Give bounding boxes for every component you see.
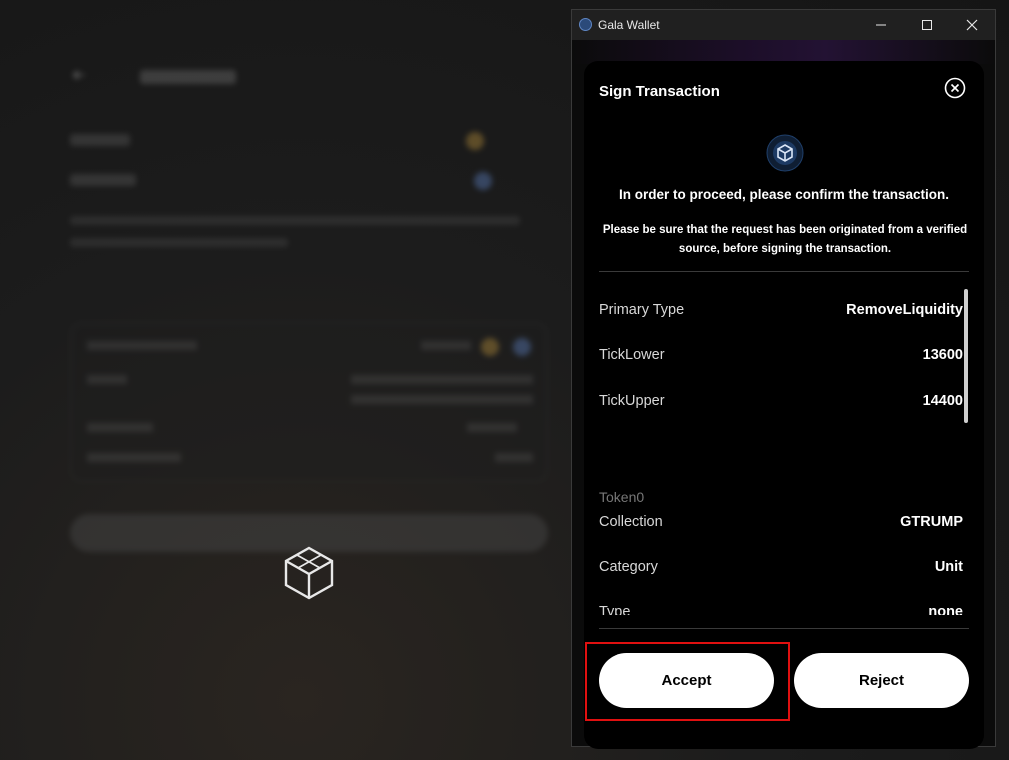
- detail-row-primary-type: Primary Type RemoveLiquidity: [599, 302, 965, 324]
- cube-shield-icon: [766, 134, 804, 172]
- detail-value: 14400: [922, 393, 963, 409]
- detail-row-type: Type none: [599, 604, 965, 615]
- detail-key: Category: [599, 559, 658, 575]
- background-token-icon: [474, 172, 492, 190]
- detail-key: Collection: [599, 514, 663, 530]
- detail-key: Type: [599, 604, 631, 615]
- top-divider: [599, 271, 969, 272]
- detail-row-category: Category Unit: [599, 559, 965, 581]
- bottom-divider: [599, 628, 969, 629]
- detail-value: Unit: [934, 559, 963, 575]
- cube-logo-icon: [284, 546, 334, 600]
- minimize-button[interactable]: [858, 10, 904, 40]
- detail-row-tick-lower: TickLower 13600: [599, 347, 965, 369]
- detail-key: TickUpper: [599, 393, 665, 409]
- window-titlebar[interactable]: Gala Wallet: [572, 10, 995, 40]
- window-title: Gala Wallet: [598, 18, 660, 32]
- close-icon: [966, 19, 978, 31]
- accept-highlight-box: [585, 642, 790, 721]
- token0-group-label: Token0: [599, 489, 645, 505]
- background-note-placeholder: [70, 216, 520, 225]
- details-scrollbar[interactable]: [964, 289, 968, 423]
- close-circle-icon[interactable]: [944, 77, 966, 99]
- gala-logo-icon: [579, 18, 592, 31]
- detail-row-tick-upper: TickUpper 14400: [599, 393, 965, 415]
- detail-value: none: [928, 604, 963, 615]
- minimize-icon: [876, 24, 886, 26]
- warning-message: Please be sure that the request has been…: [602, 224, 968, 255]
- modal-title: Sign Transaction: [599, 83, 720, 100]
- background-token-icon: [466, 132, 484, 150]
- transaction-details[interactable]: Primary Type RemoveLiquidity TickLower 1…: [599, 281, 969, 615]
- maximize-icon: [922, 20, 932, 30]
- detail-key: TickLower: [599, 347, 665, 363]
- background-placeholder-row: [70, 134, 130, 146]
- close-window-button[interactable]: [949, 10, 995, 40]
- detail-value: GTRUMP: [900, 514, 963, 530]
- detail-value: RemoveLiquidity: [846, 302, 963, 318]
- confirm-message: In order to proceed, please confirm the …: [618, 187, 950, 202]
- background-note-placeholder: [70, 238, 288, 247]
- detail-value: 13600: [922, 347, 963, 363]
- background-title-placeholder: [140, 70, 236, 84]
- background-summary-card: [70, 322, 548, 482]
- reject-button[interactable]: Reject: [794, 653, 969, 708]
- detail-key: Primary Type: [599, 302, 685, 318]
- background-placeholder-row: [70, 174, 136, 186]
- gala-wallet-window: Gala Wallet Sign Transaction In order to…: [571, 9, 996, 749]
- back-arrow-icon: [72, 70, 84, 80]
- detail-row-collection: Collection GTRUMP: [599, 514, 965, 536]
- background-content: [0, 0, 600, 760]
- maximize-button[interactable]: [904, 10, 950, 40]
